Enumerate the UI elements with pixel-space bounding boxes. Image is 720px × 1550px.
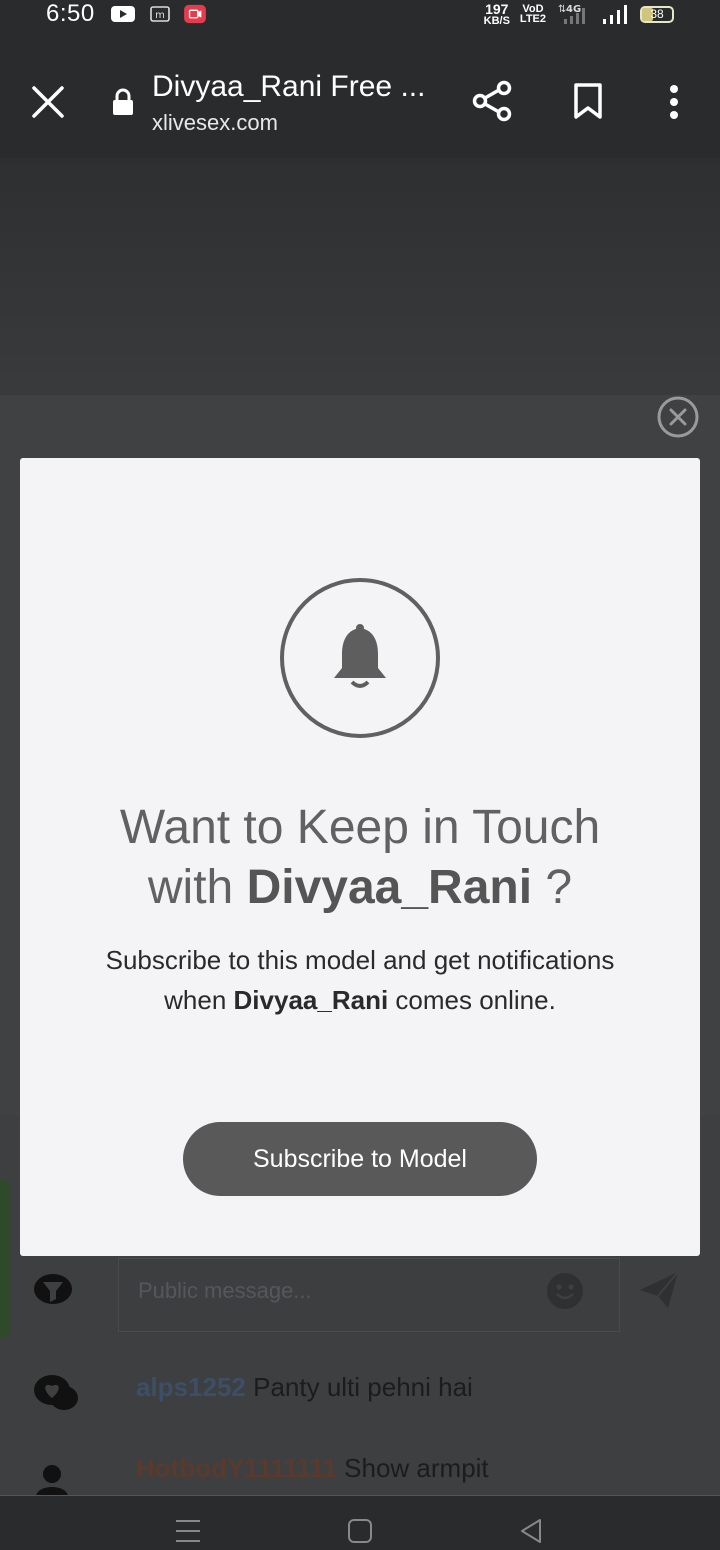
page-url[interactable]: xlivesex.com <box>152 110 278 136</box>
chat-username[interactable]: HotbodY1111111 <box>136 1453 337 1483</box>
net-speed-unit: KB/S <box>483 14 510 27</box>
modal-close-icon[interactable] <box>656 395 700 439</box>
bell-icon <box>334 624 386 688</box>
net-speed-value: 197 <box>485 0 509 17</box>
home-icon[interactable] <box>347 1518 373 1544</box>
status-time: 6:50 <box>46 0 95 27</box>
back-icon[interactable] <box>518 1518 544 1544</box>
lock-icon <box>113 88 133 115</box>
modal-description: Subscribe to this model and get notifica… <box>80 940 640 1020</box>
chat-message: alps1252 Panty ulti pehni hai <box>136 1372 473 1403</box>
net-speed: 197 KB/S <box>483 0 510 27</box>
signal-icon <box>603 5 627 24</box>
bookmark-icon[interactable] <box>572 82 604 120</box>
subscribe-modal: Want to Keep in Touch with Divyaa_Rani ?… <box>20 458 700 1256</box>
headline-line2: with Divyaa_Rani ? <box>20 858 700 918</box>
desc-model-name: Divyaa_Rani <box>233 985 389 1015</box>
recent-apps-icon[interactable] <box>174 1518 202 1544</box>
signal-4g-icon: ⇅ 4G <box>558 4 585 24</box>
headline-end: ? <box>532 861 573 914</box>
headline-model-name: Divyaa_Rani <box>246 861 533 914</box>
system-nav-bar <box>0 1495 720 1550</box>
public-message-input[interactable]: Public message... <box>138 1278 312 1304</box>
chat-username[interactable]: alps1252 <box>136 1372 246 1402</box>
chat-text-content: Show armpit <box>344 1453 489 1483</box>
desc-part2: comes online. <box>388 985 556 1015</box>
headline-with: with <box>147 861 247 914</box>
side-tab[interactable] <box>0 1180 10 1338</box>
chat-hearts-icon[interactable] <box>32 1372 80 1414</box>
battery-level: 38 <box>650 6 664 21</box>
messenger-icon: m <box>150 6 170 22</box>
chat-message: HotbodY1111111 Show armpit <box>136 1453 489 1484</box>
custom-tab-toolbar: Divyaa_Rani Free ... xlivesex.com <box>0 30 720 158</box>
emoji-icon[interactable] <box>546 1272 584 1310</box>
svg-text:m: m <box>155 10 165 21</box>
page-title: Divyaa_Rani Free ... <box>152 70 426 103</box>
send-icon[interactable] <box>638 1270 680 1310</box>
close-icon[interactable] <box>30 84 66 120</box>
chat-text: Panty ulti pehni hai <box>253 1372 473 1402</box>
more-options-icon[interactable] <box>666 84 682 120</box>
chat-text-content: Panty ulti pehni hai <box>253 1372 473 1402</box>
user-icon[interactable] <box>32 1462 72 1496</box>
chat-text: Show armpit <box>344 1453 489 1483</box>
headline-line1: Want to Keep in Touch <box>119 801 601 854</box>
tip-filter-icon[interactable] <box>32 1272 74 1310</box>
share-icon[interactable] <box>472 80 512 122</box>
battery-icon: 38 <box>640 5 674 23</box>
status-bar: 6:50 m 197 KB/S VoD LTE2 ⇅ 4G 38 <box>0 0 720 30</box>
volte-bottom: LTE2 <box>519 13 546 25</box>
youtube-icon <box>111 6 135 22</box>
modal-headline: Want to Keep in Touch with Divyaa_Rani ? <box>20 798 700 918</box>
screen-recorder-icon <box>184 4 206 24</box>
volte-indicator: VoD LTE2 <box>519 4 546 25</box>
subscribe-button[interactable]: Subscribe to Model <box>183 1122 537 1196</box>
